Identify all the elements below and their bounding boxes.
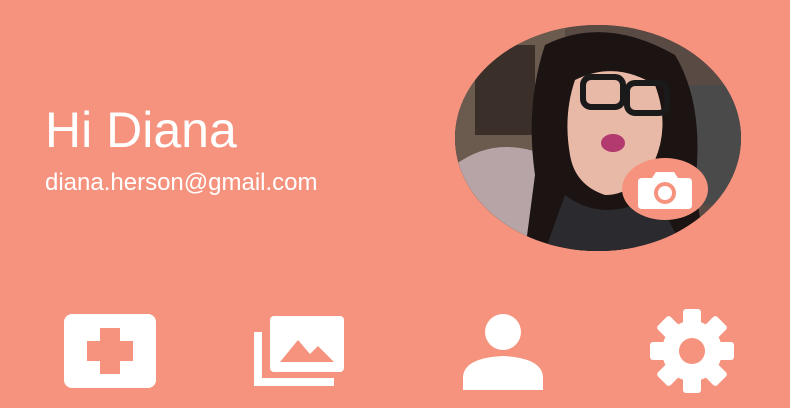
gallery-icon bbox=[254, 316, 344, 386]
camera-icon bbox=[638, 172, 692, 209]
gallery-button[interactable] bbox=[250, 306, 350, 396]
settings-icon bbox=[650, 309, 734, 393]
avatar[interactable] bbox=[455, 25, 741, 251]
change-photo-button[interactable] bbox=[622, 158, 708, 220]
avatar-photo bbox=[455, 25, 741, 251]
add-button[interactable] bbox=[60, 306, 160, 396]
greeting-title: Hi Diana bbox=[45, 102, 237, 158]
profile-button[interactable] bbox=[453, 306, 553, 396]
person-icon bbox=[463, 314, 543, 390]
add-icon bbox=[64, 314, 156, 388]
user-email: diana.herson@gmail.com bbox=[45, 169, 318, 196]
settings-button[interactable] bbox=[642, 306, 742, 396]
